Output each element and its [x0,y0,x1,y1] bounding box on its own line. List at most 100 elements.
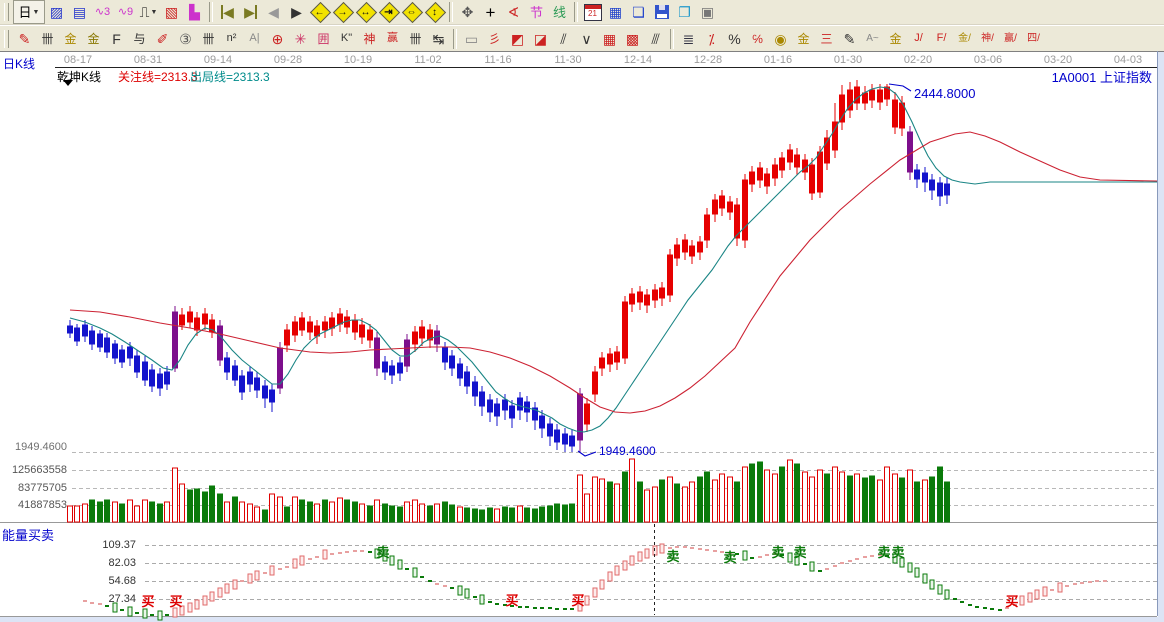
volume-bar [848,476,853,522]
formula-name[interactable]: 乾坤K线 [57,68,101,85]
hash-lines-button[interactable]: 卌 [36,28,59,50]
chart-window-icon-button[interactable]: ▨ [45,1,68,23]
volume-bar [795,464,800,522]
memo-icon: ❏ [632,5,645,19]
percent-button[interactable]: % [723,28,746,50]
volume-bar [705,472,710,522]
percent-strike-button[interactable]: ⁒ [700,28,723,50]
gold-grid-1-button[interactable]: 金 [59,28,82,50]
crosshair-icon: + [486,4,496,21]
angle-lines-button[interactable]: ⫽ [552,28,575,50]
calendar-button[interactable]: 21 [581,1,604,23]
candle-body-r [353,320,358,332]
period-daily-icon: 日 [19,6,32,19]
ruler-grid-button[interactable]: 卌 [404,28,427,50]
pan-hand-button[interactable]: ✥ [456,1,479,23]
boxed-grid-button[interactable]: 囲 [312,28,335,50]
pencil-tool-button[interactable]: ✎ [13,28,36,50]
fan-box-1-button[interactable]: ◩ [506,28,529,50]
wave-9-button[interactable]: ∿9 [114,1,137,23]
fan-box-2-button[interactable]: ◪ [529,28,552,50]
compress-diamond-button[interactable]: ⇥ [377,1,400,23]
page-forward-button[interactable]: ▶ [285,1,308,23]
volume-bar [390,506,395,522]
gold-level-button[interactable]: 金 [792,28,815,50]
indicator-dash-up [713,550,717,552]
circle-3-button[interactable]: ③ [174,28,197,50]
parallel-lines-button[interactable]: ⫻ [644,28,667,50]
system-export-button[interactable]: ▣ [696,1,719,23]
red-grid-1-button[interactable]: ▦ [598,28,621,50]
gold-wave-button[interactable]: 金 [884,28,907,50]
color-volume-button[interactable]: ▙ [183,1,206,23]
save-button[interactable] [650,1,673,23]
list-levels-button[interactable]: ≣ [677,28,700,50]
calculator-button[interactable]: ▦ [604,1,627,23]
toolbar-grip [4,30,9,48]
angle-measure-button[interactable]: ∢ [502,1,525,23]
wave-3-button[interactable]: ∿3 [91,1,114,23]
curve-tool-button[interactable]: 线 [548,1,571,23]
ying-tool-button[interactable]: 赢 [381,28,404,50]
shen-slash-button[interactable]: 神/ [976,28,999,50]
ying-slash-button[interactable]: 赢/ [999,28,1022,50]
data-copy-button[interactable]: ❐ [673,1,696,23]
goto-first-button[interactable]: ◀ [216,1,239,23]
volume-bar [885,467,890,522]
candle-body-r [653,290,658,300]
a-wave-button[interactable]: A~ [861,28,884,50]
n-squared-button[interactable]: n² [220,28,243,50]
calculator-icon: ▦ [609,5,622,19]
ying-slash-icon: 赢/ [1004,34,1017,44]
shift-left-diamond-button[interactable]: ← [308,1,331,23]
goto-last-button[interactable]: ▶ [239,1,262,23]
period-label[interactable]: 日K线 [3,55,35,72]
a-vertical-button[interactable]: A| [243,28,266,50]
f-slash-button[interactable]: F/ [930,28,953,50]
j-slash-button[interactable]: J/ [907,28,930,50]
floppy-icon-shutter [659,5,665,10]
shen-tool-button[interactable]: 神 [358,28,381,50]
candle-body-r [203,314,208,324]
hash-lines-2-button[interactable]: 卌 [197,28,220,50]
gold-grid-2-button[interactable]: 金 [82,28,105,50]
curve-grid-button[interactable]: 与 [128,28,151,50]
sub-indicator-name[interactable]: 能量买卖 [2,525,54,544]
crosshair-button[interactable]: + [479,1,502,23]
volume-bar [870,476,875,522]
pen-measure-button[interactable]: ✎ [838,28,861,50]
chart-area[interactable]: 买买卖买买卖卖卖卖卖卖买 日K线 乾坤K线 关注线=2313.3 出局线=231… [0,51,1164,622]
shift-right-diamond-button[interactable]: → [331,1,354,23]
gold-slash-button[interactable]: 金/ [953,28,976,50]
si-slash-button[interactable]: 四/ [1022,28,1045,50]
expand-diamond-button[interactable]: ↔ [354,1,377,23]
page-back-button[interactable]: ◀ [262,1,285,23]
brush-tool-button[interactable]: ✐ [151,28,174,50]
indicator-dash-up [353,550,357,552]
quote-list-button[interactable]: ▤ [68,1,91,23]
f-grid-button[interactable]: F [105,28,128,50]
gold-circle-button[interactable]: ◉ [769,28,792,50]
zigzag-button[interactable]: ∨ [575,28,598,50]
circle-cross-button[interactable]: ⊕ [266,28,289,50]
chart-canvas[interactable]: 买买卖买买卖卖卖卖卖卖买 [0,51,1164,622]
candle-style-button[interactable]: ⎍▼ [137,1,160,23]
red-grid-2-button[interactable]: ▩ [621,28,644,50]
gann-tool-button[interactable]: 节 [525,1,548,23]
candle-body-r [293,322,298,335]
zoom-in-diamond-button[interactable]: ↕ [423,1,446,23]
ray-fan-button[interactable]: 彡 [483,28,506,50]
k-marks-button[interactable]: K" [335,28,358,50]
candle-body-r [788,150,793,162]
overlay-stock-button[interactable]: ▧ [160,1,183,23]
rect-grid-button[interactable]: ▭ [460,28,483,50]
star-tool-button[interactable]: ✳ [289,28,312,50]
percent-line-button[interactable]: ℅ [746,28,769,50]
period-daily-button[interactable]: 日▼ [13,0,45,24]
zoom-out-diamond-button[interactable]: ⇔ [400,1,423,23]
symbol-label[interactable]: 1A0001 上证指数 [1000,67,1152,86]
width-measure-button[interactable]: ↹ [427,28,450,50]
memo-button[interactable]: ❏ [627,1,650,23]
three-levels-button[interactable]: 三 [815,28,838,50]
buy-signal-marker: 买 [1005,594,1018,609]
